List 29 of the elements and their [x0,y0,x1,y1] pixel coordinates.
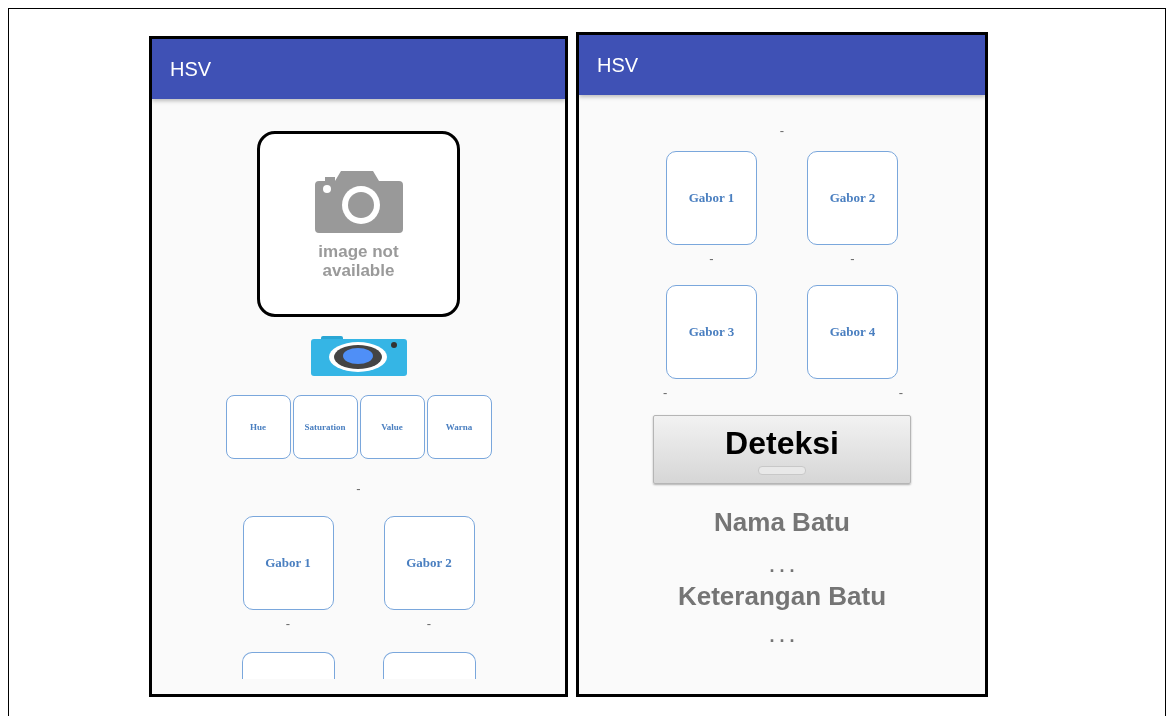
gabor-button[interactable] [241,652,335,679]
gabor-button[interactable]: Gabor 3 [666,285,757,379]
gabor-button[interactable]: Gabor 1 [666,151,757,245]
stone-name-value: . . . [769,556,795,577]
result-text: - [779,123,785,139]
result-text: - [850,251,855,267]
result-text: - [285,616,291,632]
gabor-button[interactable] [382,652,476,679]
gabor-button[interactable]: Gabor 2 [807,151,898,245]
app-title: HSV [597,53,639,77]
stone-name-label: Nama Batu [714,507,850,538]
result-text: - [356,481,361,497]
app-title: HSV [170,57,212,81]
result-text: - [709,251,714,267]
result-text: - [426,616,432,632]
stone-description-value: . . . [769,626,795,647]
channel-button[interactable]: Value [359,395,425,459]
gabor-button[interactable]: Gabor 1 [242,516,334,610]
channel-button[interactable]: Warna [426,395,492,459]
gabor-button[interactable]: Gabor 2 [383,516,475,610]
result-text: - [898,385,903,401]
channel-button[interactable]: Hue [225,395,291,459]
channel-button[interactable]: Saturation [292,395,358,459]
result-text: - [663,385,668,401]
camera-button[interactable] [310,336,407,376]
detect-button[interactable]: Deteksi [653,415,911,484]
stone-description-label: Keterangan Batu [677,581,886,612]
gabor-button[interactable]: Gabor 4 [807,285,898,379]
placeholder-caption: image not available [317,243,400,281]
